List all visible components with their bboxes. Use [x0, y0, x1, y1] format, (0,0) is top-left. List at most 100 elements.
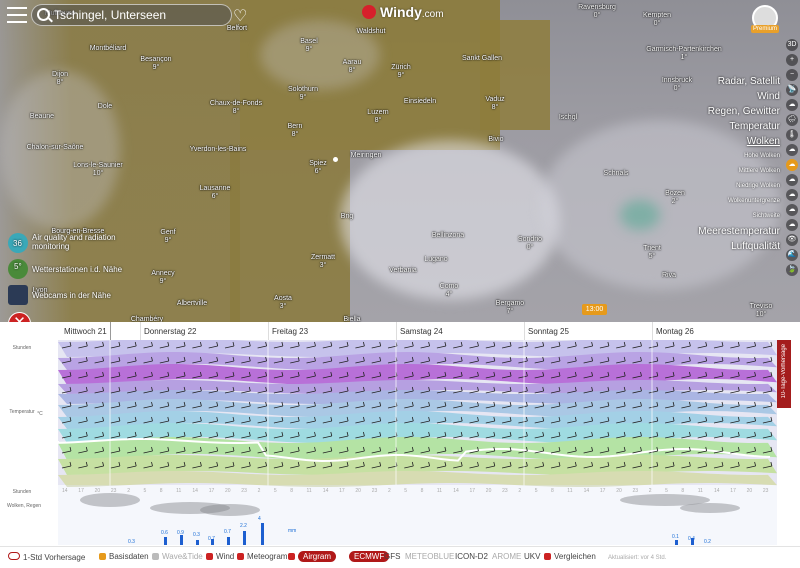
weather-map[interactable]: MulhouseBasel9°WaldshutZürich9°Ravensbur… [0, 0, 800, 322]
layer-item[interactable]: Regen, Gewitter [698, 104, 780, 119]
favorite-icon[interactable]: ♡ [233, 6, 247, 26]
toolbar-item[interactable]: Basisdaten [99, 552, 149, 561]
layer-item[interactable]: Luftqualität [698, 239, 780, 254]
layer-button-icon[interactable]: 🌧 [786, 114, 798, 126]
layer-button-icon[interactable]: ☁ [786, 144, 798, 156]
windy-logo[interactable]: Windy.com [362, 4, 444, 20]
layer-item[interactable]: Temperatur [698, 119, 780, 134]
layer-item[interactable]: Wolkenuntergrenze [698, 194, 780, 209]
city-label[interactable]: Bellinzona [432, 232, 464, 240]
city-label[interactable]: Vaduz 8° [485, 96, 504, 112]
city-label[interactable]: Riva [662, 272, 676, 280]
layer-button-icon[interactable]: 🌡 [786, 129, 798, 141]
city-label[interactable]: Montbéliard [90, 45, 127, 53]
toolbar-item[interactable]: Wind [206, 552, 234, 561]
city-label[interactable]: Sondrio 0° [518, 236, 542, 252]
layer-item[interactable]: Hohe Wolken [698, 149, 780, 164]
layer-item[interactable]: Wind [698, 89, 780, 104]
city-label[interactable]: Albertville [177, 300, 207, 308]
city-label[interactable]: Bergamo 7° [496, 300, 524, 316]
toolbar-item[interactable]: ICON-D2 [455, 552, 488, 561]
day-label[interactable]: Donnerstag 22 [144, 327, 196, 336]
city-label[interactable]: Brig [341, 213, 353, 221]
city-label[interactable]: Ravensburg 0° [578, 4, 616, 20]
city-label[interactable]: Lugano [424, 256, 447, 264]
layer-button-icon[interactable]: 3D [786, 39, 798, 51]
city-label[interactable]: Chaux-de-Fonds 8° [210, 100, 262, 116]
city-label[interactable]: Basel 9° [300, 38, 318, 54]
layer-button-icon[interactable]: ☁ [786, 204, 798, 216]
day-label[interactable]: Montag 26 [656, 327, 694, 336]
day-label[interactable]: Freitag 23 [272, 327, 308, 336]
city-label[interactable]: Einsiedeln [404, 98, 436, 106]
city-label[interactable]: Treviso 10° [750, 303, 773, 319]
layer-button-icon[interactable]: − [786, 69, 798, 81]
city-label[interactable]: Luzern 8° [367, 109, 388, 125]
city-label[interactable]: Verbania [389, 267, 417, 275]
layer-button-icon[interactable]: ☁ [786, 219, 798, 231]
layer-button-icon[interactable]: 🌊 [786, 249, 798, 261]
layer-item[interactable]: Radar, Satellit [698, 74, 780, 89]
city-label[interactable]: Como 4° [440, 283, 459, 299]
toolbar-item[interactable]: Wave&Tide [152, 552, 203, 561]
layer-item[interactable]: Mittlere Wolken [698, 164, 780, 179]
city-label[interactable]: Bivio [488, 136, 503, 144]
layer-button-icon[interactable]: ☁ [786, 189, 798, 201]
city-label[interactable]: Sankt Gallen [462, 55, 502, 63]
day-label[interactable]: Mittwoch 21 [64, 327, 107, 336]
city-label[interactable]: Lausanne 6° [200, 185, 231, 201]
city-label[interactable]: Beaune [30, 113, 54, 121]
city-label[interactable]: Kempten 0° [643, 12, 671, 28]
city-label[interactable]: Dole [98, 103, 112, 111]
layer-button-icon[interactable]: ☁ [786, 99, 798, 111]
city-label[interactable]: Besançon 9° [140, 56, 171, 72]
city-label[interactable]: Ischgl [559, 114, 577, 122]
layer-button-icon[interactable]: 🍃 [786, 264, 798, 276]
city-label[interactable]: Aarau 8° [343, 59, 362, 75]
city-label[interactable]: Bern 8° [288, 123, 303, 139]
menu-icon[interactable] [7, 7, 27, 23]
toolbar-item[interactable]: Vergleichen [544, 552, 596, 561]
toolbar-item[interactable]: Airgram [288, 551, 337, 562]
city-label[interactable]: Zürich 9° [391, 64, 410, 80]
toolbar-item[interactable]: METEOBLUE [405, 552, 454, 561]
layer-item[interactable]: Meerestemperatur [698, 224, 780, 239]
toolbar-item[interactable]: UKV [524, 552, 540, 561]
city-label[interactable]: Yverdon-les-Bains [190, 146, 247, 154]
layer-button-icon[interactable]: 👁 [786, 234, 798, 246]
day-label[interactable]: Samstag 24 [400, 327, 443, 336]
timeline-time[interactable]: 13:00 [582, 304, 607, 315]
toolbar-item[interactable]: GFS [384, 552, 400, 561]
layer-item[interactable]: Niedrige Wolken [698, 179, 780, 194]
toolbar-item[interactable]: 1-Std Vorhersage [8, 552, 85, 562]
city-label[interactable]: Innsbruck 0° [662, 77, 692, 93]
layer-item[interactable]: Wolken [698, 134, 780, 149]
city-label[interactable]: Chalon-sur-Saône [27, 144, 84, 152]
city-label[interactable]: Lons-le-Saunier 10° [73, 162, 122, 178]
layer-button-icon[interactable]: ☁ [786, 174, 798, 186]
search-input[interactable]: Tschingel, Unterseen [31, 4, 232, 26]
toolbar-item[interactable]: AROME [492, 552, 521, 561]
ten-day-forecast-tab[interactable]: 10-Tage-Vorhersage [777, 340, 791, 408]
city-label[interactable]: Zermatt 3° [311, 254, 335, 270]
location-marker[interactable] [333, 157, 338, 162]
city-label[interactable]: Bozen 2° [665, 190, 685, 206]
toolbar-item[interactable]: Aktualisiert: vor 4 Std. [608, 552, 666, 561]
city-label[interactable]: Solothurn 9° [288, 86, 318, 102]
city-label[interactable]: Schnals [604, 170, 629, 178]
city-label[interactable]: Trient 5° [643, 245, 661, 261]
day-label[interactable]: Sonntag 25 [528, 327, 569, 336]
city-label[interactable]: Dijon 8° [52, 71, 68, 87]
city-label[interactable]: Genf 9° [160, 229, 175, 245]
city-label[interactable]: Waldshut [357, 28, 386, 36]
city-label[interactable]: Spiez 6° [309, 160, 327, 176]
city-label[interactable]: Aosta 3° [274, 295, 292, 311]
airgram-panel[interactable]: Stunden Temperatur °C Stunden Wolken, Re… [0, 340, 800, 545]
layer-button-icon[interactable]: ☁ [786, 159, 798, 171]
toolbar-item[interactable]: Meteogram [237, 552, 287, 561]
city-label[interactable]: Belfort [227, 25, 247, 33]
city-label[interactable]: Garmisch-Partenkirchen 1° [646, 46, 721, 62]
layer-button-icon[interactable]: + [786, 54, 798, 66]
layer-item[interactable]: Sichtweite [698, 209, 780, 224]
city-label[interactable]: Meiringen [351, 152, 382, 160]
